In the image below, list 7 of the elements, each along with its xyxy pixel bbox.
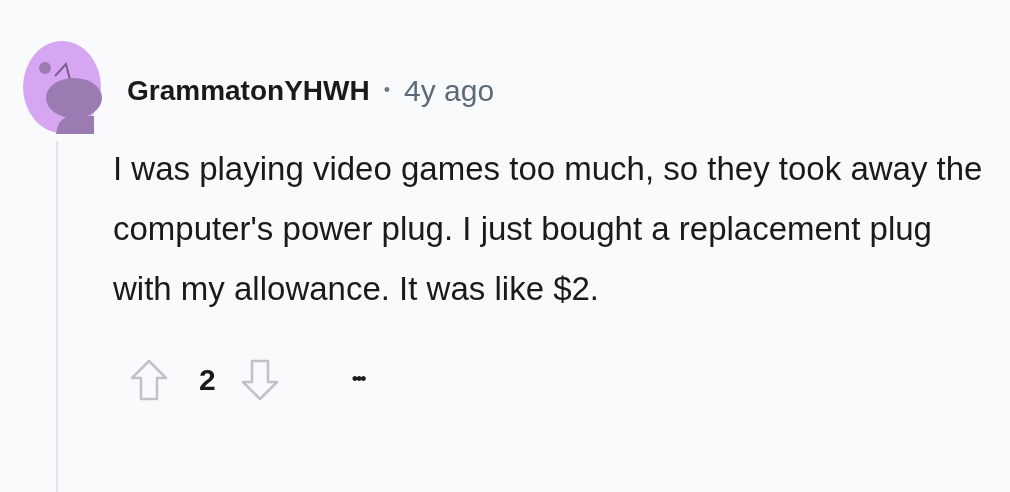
timestamp: 4y ago xyxy=(404,73,495,109)
vote-count: 2 xyxy=(199,362,216,398)
avatar-icon[interactable] xyxy=(21,40,102,134)
username[interactable]: GrammatonYHWH xyxy=(127,69,370,112)
separator-dot: • xyxy=(383,79,390,102)
more-options-button[interactable]: ••• xyxy=(351,366,365,393)
comment-text: I was playing video games too much, so they took away the computer's power plug. I just bought a replacement plug with my allowance. It was like $2. xyxy=(113,149,984,309)
